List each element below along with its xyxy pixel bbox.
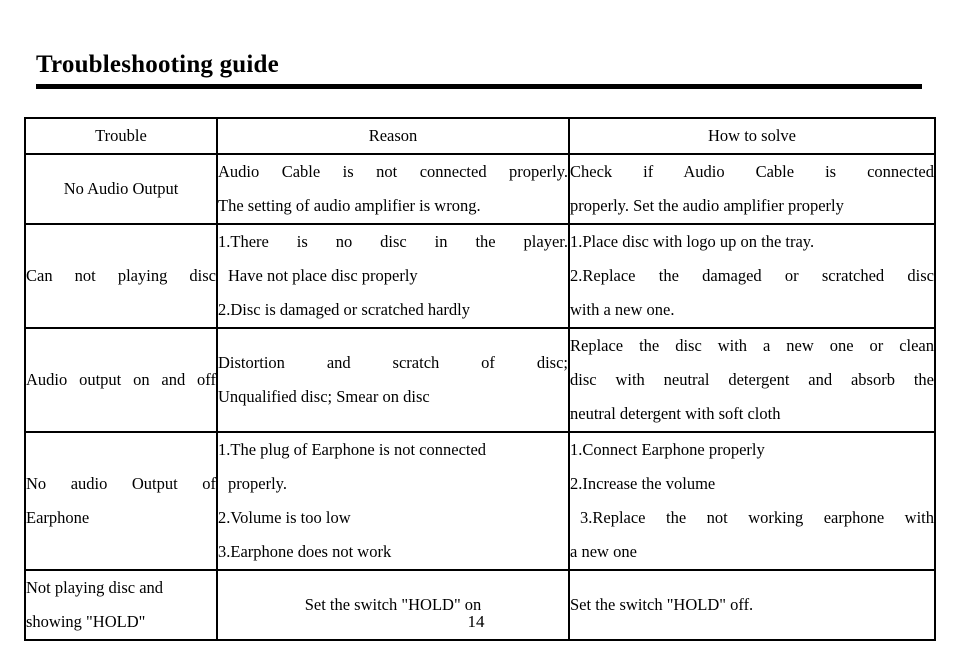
cell-how-to-solve: 1.Connect Earphone properly 2.Increase t… xyxy=(568,431,936,571)
table-header-row: Trouble Reason How to solve xyxy=(24,117,936,155)
title-underline-rule xyxy=(36,84,922,89)
cell-trouble: No Audio Output xyxy=(24,153,218,225)
column-header-trouble: Trouble xyxy=(24,117,218,155)
column-header-how-to-solve: How to solve xyxy=(568,117,936,155)
document-page: Troubleshooting guide Trouble Reason How… xyxy=(0,0,954,672)
cell-reason: 1.There is no disc in the player. Have n… xyxy=(216,223,570,329)
column-header-reason: Reason xyxy=(216,117,570,155)
troubleshooting-table: Trouble Reason How to solve No Audio Out… xyxy=(24,117,936,641)
troubleshooting-table-container: Trouble Reason How to solve No Audio Out… xyxy=(24,117,936,641)
cell-trouble: Can not playing disc xyxy=(24,223,218,329)
table-row: Audio output on and off Distortion and s… xyxy=(24,327,936,433)
cell-reason: Audio Cable is not connected properly. T… xyxy=(216,153,570,225)
cell-how-to-solve: Replace the disc with a new one or clean… xyxy=(568,327,936,433)
page-number: 14 xyxy=(467,612,485,631)
cell-how-to-solve: 1.Place disc with logo up on the tray. 2… xyxy=(568,223,936,329)
cell-how-to-solve: Check if Audio Cable is connected proper… xyxy=(568,153,936,225)
table-row: No Audio Output Audio Cable is not conne… xyxy=(24,153,936,225)
table-row: No audio Output of Earphone 1.The plug o… xyxy=(24,431,936,571)
cell-trouble: Audio output on and off xyxy=(24,327,218,433)
page-title: Troubleshooting guide xyxy=(36,51,279,78)
cell-reason: Distortion and scratch of disc; Unqualif… xyxy=(216,327,570,433)
cell-reason: 1.The plug of Earphone is not connected … xyxy=(216,431,570,571)
table-row: Can not playing disc 1.There is no disc … xyxy=(24,223,936,329)
cell-trouble: No audio Output of Earphone xyxy=(24,431,218,571)
